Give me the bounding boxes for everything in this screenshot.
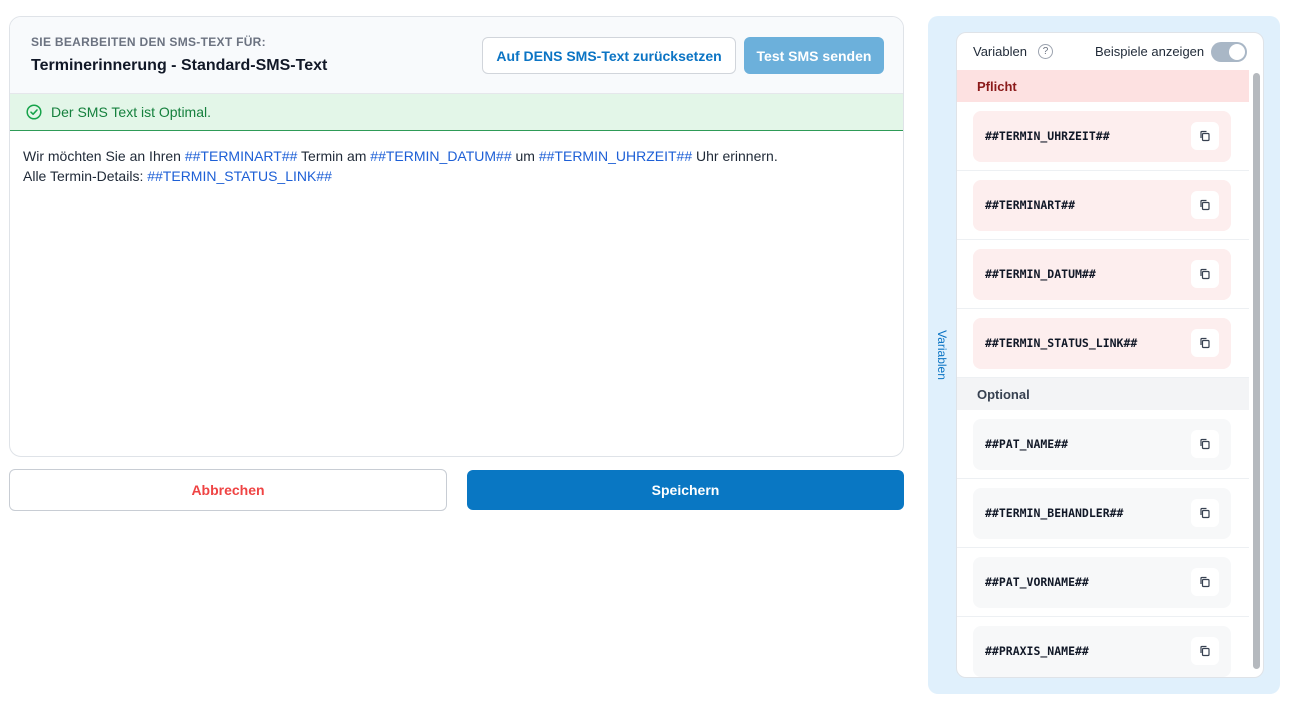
variable-token: ##TERMIN_STATUS_LINK## bbox=[147, 168, 332, 184]
copy-icon[interactable] bbox=[1191, 191, 1219, 219]
copy-icon[interactable] bbox=[1191, 329, 1219, 357]
variable-token: ##TERMIN_UHRZEIT## bbox=[538, 148, 693, 164]
variable-chip[interactable]: ##TERMIN_BEHANDLER## bbox=[973, 487, 1231, 539]
variable-chip[interactable]: ##TERMIN_DATUM## bbox=[973, 248, 1231, 300]
variable-name: ##TERMIN_DATUM## bbox=[985, 267, 1096, 281]
variable-name: ##TERMIN_STATUS_LINK## bbox=[985, 336, 1138, 350]
variables-tab[interactable]: Variablen bbox=[928, 16, 956, 694]
variable-chip[interactable]: ##TERMINART## bbox=[973, 179, 1231, 231]
scrollbar-thumb[interactable] bbox=[1253, 73, 1260, 669]
variable-chip[interactable]: ##PAT_VORNAME## bbox=[973, 556, 1231, 608]
text-segment: Uhr erinnern. bbox=[692, 148, 778, 164]
save-button[interactable]: Speichern bbox=[467, 470, 904, 510]
examples-label: Beispiele anzeigen bbox=[1095, 44, 1205, 59]
editor-kicker: SIE BEARBEITEN DEN SMS-TEXT FÜR: bbox=[31, 35, 266, 49]
reset-text-button[interactable]: Auf DENS SMS-Text zurücksetzen bbox=[482, 37, 736, 74]
copy-icon[interactable] bbox=[1191, 568, 1219, 596]
cancel-button[interactable]: Abbrechen bbox=[9, 469, 447, 511]
list-item: ##PAT_NAME## bbox=[957, 410, 1249, 479]
text-segment: Wir möchten Sie an Ihren bbox=[23, 148, 185, 164]
toggle-knob bbox=[1229, 44, 1245, 60]
variables-list: Pflicht ##TERMIN_UHRZEIT## ##TERMINART## #… bbox=[957, 70, 1249, 677]
status-banner: Der SMS Text ist Optimal. bbox=[10, 94, 903, 131]
variable-chip[interactable]: ##PRAXIS_NAME## bbox=[973, 625, 1231, 677]
variable-chip[interactable]: ##PAT_NAME## bbox=[973, 418, 1231, 470]
page-title: Terminerinnerung - Standard-SMS-Text bbox=[31, 57, 328, 74]
sms-text-area[interactable]: Wir möchten Sie an Ihren ##TERMINART## T… bbox=[10, 131, 903, 201]
variable-name: ##TERMIN_UHRZEIT## bbox=[985, 129, 1110, 143]
list-item: ##PRAXIS_NAME## bbox=[957, 617, 1249, 677]
variables-title: Variablen bbox=[973, 44, 1027, 59]
variable-token: ##TERMINART## bbox=[184, 148, 298, 164]
help-icon[interactable]: ? bbox=[1037, 44, 1053, 59]
section-optional: Optional bbox=[957, 378, 1249, 410]
text-segment: Termin am bbox=[297, 148, 371, 164]
section-required: Pflicht bbox=[957, 70, 1249, 102]
variables-panel: Variablen ? Beispiele anzeigen Pflicht #… bbox=[956, 32, 1264, 678]
variable-chip[interactable]: ##TERMIN_UHRZEIT## bbox=[973, 110, 1231, 162]
list-item: ##TERMINART## bbox=[957, 171, 1249, 240]
list-item: ##TERMIN_UHRZEIT## bbox=[957, 102, 1249, 171]
variable-name: ##PRAXIS_NAME## bbox=[985, 644, 1089, 658]
variable-name: ##TERMIN_BEHANDLER## bbox=[985, 506, 1124, 520]
list-item: ##TERMIN_BEHANDLER## bbox=[957, 479, 1249, 548]
copy-icon[interactable] bbox=[1191, 499, 1219, 527]
editor-header: SIE BEARBEITEN DEN SMS-TEXT FÜR: Termine… bbox=[10, 17, 903, 94]
variable-token: ##TERMIN_DATUM## bbox=[370, 148, 512, 164]
copy-icon[interactable] bbox=[1191, 260, 1219, 288]
text-segment: Alle Termin-Details: bbox=[23, 168, 148, 184]
list-item: ##PAT_VORNAME## bbox=[957, 548, 1249, 617]
variable-chip[interactable]: ##TERMIN_STATUS_LINK## bbox=[973, 317, 1231, 369]
variable-name: ##PAT_VORNAME## bbox=[985, 575, 1089, 589]
copy-icon[interactable] bbox=[1191, 430, 1219, 458]
send-test-sms-button[interactable]: Test SMS senden bbox=[744, 37, 884, 74]
check-circle-icon bbox=[26, 104, 42, 120]
copy-icon[interactable] bbox=[1191, 122, 1219, 150]
variables-header: Variablen ? Beispiele anzeigen bbox=[957, 33, 1263, 70]
examples-toggle[interactable] bbox=[1211, 42, 1247, 62]
list-item: ##TERMIN_DATUM## bbox=[957, 240, 1249, 309]
list-item: ##TERMIN_STATUS_LINK## bbox=[957, 309, 1249, 378]
variable-name: ##TERMINART## bbox=[985, 198, 1076, 212]
copy-icon[interactable] bbox=[1191, 637, 1219, 665]
variable-name: ##PAT_NAME## bbox=[985, 437, 1069, 451]
text-segment: um bbox=[511, 148, 539, 164]
status-text: Der SMS Text ist Optimal. bbox=[51, 104, 212, 120]
sms-text-line: Wir möchten Sie an Ihren ##TERMINART## T… bbox=[23, 146, 890, 166]
variables-tab-label: Variablen bbox=[935, 330, 949, 380]
sms-text-line: Alle Termin-Details: ##TERMIN_STATUS_LIN… bbox=[23, 166, 890, 186]
sms-editor-card: SIE BEARBEITEN DEN SMS-TEXT FÜR: Termine… bbox=[9, 16, 904, 457]
